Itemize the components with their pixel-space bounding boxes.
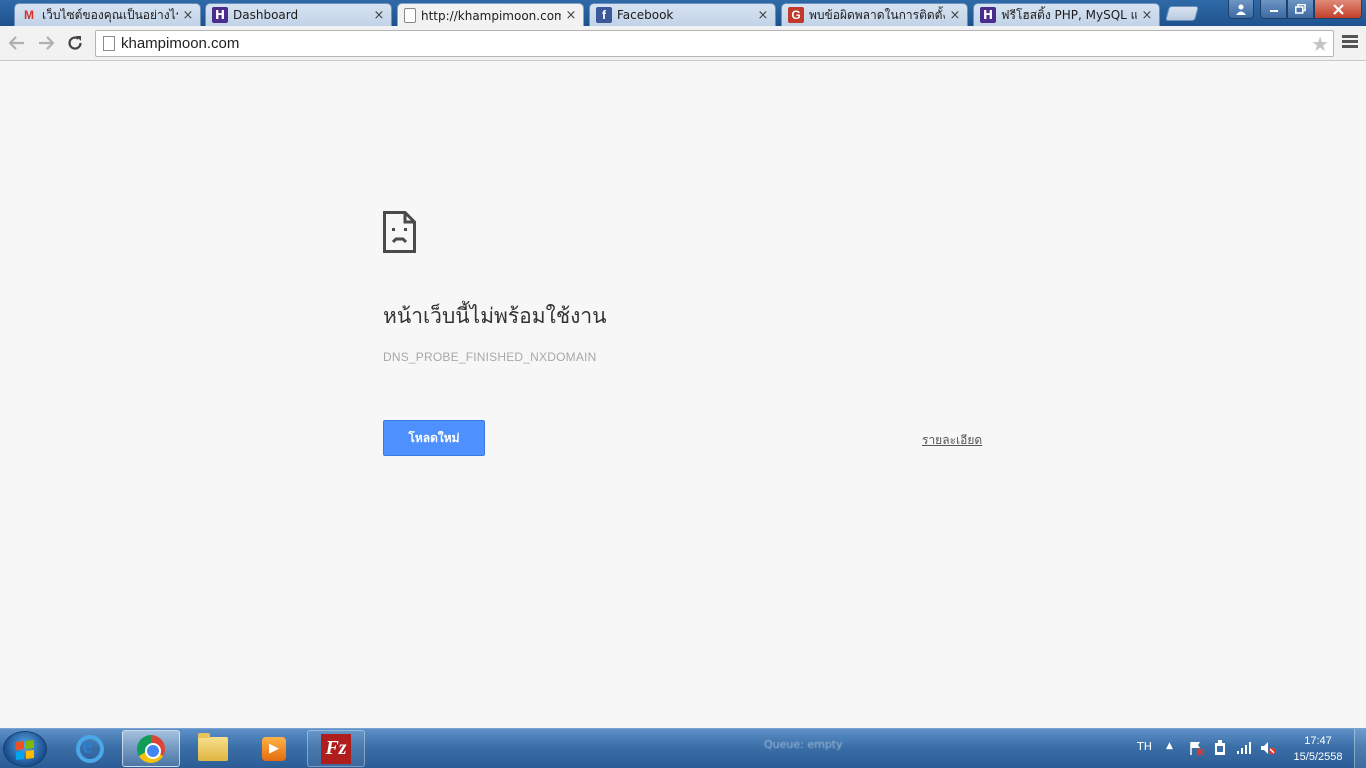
tab-install-error[interactable]: G พบข้อผิดพลาดในการติดตั้ง ใช้ × — [781, 3, 968, 26]
new-tab-button[interactable] — [1164, 6, 1200, 21]
tab-gmail[interactable]: M เว็บไซต์ของคุณเป็นอย่างไรบ้าง × — [14, 3, 201, 26]
bookmark-star-icon[interactable]: ★ — [1311, 32, 1329, 56]
tab-close-icon[interactable]: × — [949, 8, 961, 23]
hostinger-icon: H — [212, 7, 228, 23]
show-hidden-icons-icon[interactable]: ▲ — [1166, 741, 1173, 751]
error-title: หน้าเว็บนี้ไม่พร้อมใช้งาน — [383, 304, 607, 328]
browser-toolbar: khampimoon.com ★ — [0, 26, 1366, 61]
tab-khampimoon[interactable]: http://khampimoon.com/ × — [397, 3, 584, 27]
restore-button[interactable] — [1287, 0, 1314, 19]
taskbar-internet-explorer[interactable] — [61, 730, 119, 767]
volume-muted-icon[interactable] — [1260, 740, 1276, 756]
clock-time: 17:47 — [1304, 735, 1332, 747]
forward-arrow-icon — [39, 36, 54, 50]
network-signal-icon[interactable] — [1236, 740, 1252, 756]
error-code: DNS_PROBE_FINISHED_NXDOMAIN — [383, 350, 597, 364]
tab-close-icon[interactable]: × — [182, 8, 194, 23]
tab-strip: M เว็บไซต์ของคุณเป็นอย่างไรบ้าง × H Dash… — [0, 0, 1366, 27]
system-clock[interactable]: 17:47 15/5/2558 — [1288, 733, 1348, 765]
tab-dashboard[interactable]: H Dashboard × — [205, 3, 392, 26]
user-profile-icon[interactable] — [1228, 0, 1254, 19]
g-icon: G — [788, 7, 804, 23]
hostinger-icon: H — [980, 7, 996, 23]
windows-logo-icon — [16, 740, 34, 760]
tab-title: ฟรีโฮสติ้ง PHP, MySQL และ — [1001, 7, 1137, 22]
chrome-menu-icon[interactable] — [1342, 35, 1358, 50]
gmail-icon: M — [24, 8, 34, 22]
taskbar-filezilla[interactable]: Fz — [307, 730, 365, 767]
windows-taskbar: ▶ Fz Queue: empty TH ▲ 17:47 15/5/2558 — [0, 728, 1366, 768]
taskbar-chrome[interactable] — [122, 730, 180, 767]
address-text: khampimoon.com — [121, 35, 240, 52]
internet-explorer-icon — [76, 733, 104, 763]
folder-icon — [198, 732, 228, 761]
page-icon — [103, 36, 115, 51]
tab-title: พบข้อผิดพลาดในการติดตั้ง ใช้ — [809, 7, 945, 22]
action-center-flag-icon[interactable] — [1188, 740, 1204, 756]
forward-button[interactable] — [35, 32, 57, 54]
tab-title: http://khampimoon.com/ — [421, 8, 561, 23]
minimize-button[interactable] — [1260, 0, 1287, 19]
details-link[interactable]: รายละเอียด — [922, 431, 982, 450]
error-page: หน้าเว็บนี้ไม่พร้อมใช้งาน DNS_PROBE_FINI… — [0, 62, 1366, 728]
tab-title: เว็บไซต์ของคุณเป็นอย่างไรบ้าง — [42, 7, 178, 22]
tab-close-icon[interactable]: × — [757, 8, 769, 23]
back-button[interactable] — [6, 32, 28, 54]
facebook-icon: f — [596, 7, 612, 23]
show-desktop-button[interactable] — [1354, 729, 1366, 768]
start-button[interactable] — [3, 731, 47, 767]
tab-facebook[interactable]: f Facebook × — [589, 3, 776, 26]
address-bar[interactable]: khampimoon.com ★ — [95, 30, 1334, 57]
reload-page-button[interactable]: โหลดใหม่ — [383, 420, 485, 456]
tab-close-icon[interactable]: × — [1141, 8, 1153, 23]
filezilla-queue-status: Queue: empty — [764, 738, 843, 751]
taskbar-explorer[interactable] — [184, 730, 242, 767]
language-indicator[interactable]: TH — [1137, 740, 1152, 753]
reload-button[interactable] — [64, 32, 86, 54]
tab-close-icon[interactable]: × — [373, 8, 385, 23]
back-arrow-icon — [9, 36, 24, 50]
power-icon[interactable] — [1212, 740, 1228, 756]
chrome-icon — [137, 734, 165, 763]
reload-icon — [68, 36, 82, 50]
tab-title: Dashboard — [233, 8, 299, 22]
tab-title: Facebook — [617, 8, 674, 22]
tab-free-hosting[interactable]: H ฟรีโฮสติ้ง PHP, MySQL และ × — [973, 3, 1160, 26]
taskbar-media-player[interactable]: ▶ — [245, 730, 303, 767]
clock-date: 15/5/2558 — [1293, 751, 1343, 763]
page-icon — [404, 8, 416, 23]
close-window-button[interactable] — [1314, 0, 1362, 19]
sad-page-icon — [383, 211, 416, 253]
media-player-icon: ▶ — [262, 736, 286, 761]
filezilla-icon: Fz — [321, 733, 351, 764]
tab-close-icon[interactable]: × — [565, 8, 577, 23]
